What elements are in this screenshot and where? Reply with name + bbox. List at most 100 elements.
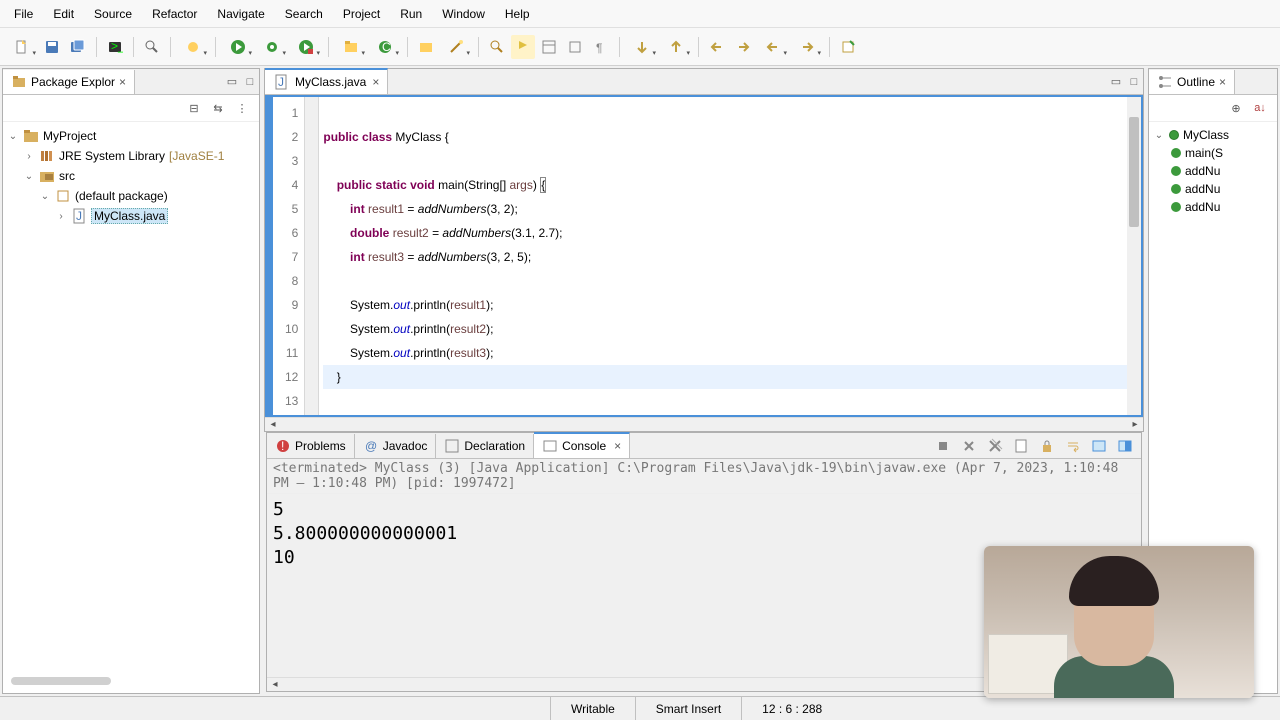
package-explorer-tab[interactable]: Package Explor × bbox=[3, 70, 135, 94]
project-tree[interactable]: ⌄ MyProject › JRE System Library [JavaSE… bbox=[3, 122, 259, 669]
terminate-button[interactable] bbox=[931, 434, 955, 458]
expand-icon[interactable]: ⌄ bbox=[7, 131, 19, 142]
view-menu-icon[interactable]: ⋮ bbox=[233, 99, 251, 117]
menu-navigate[interactable]: Navigate bbox=[207, 3, 274, 25]
status-cursor-position: 12 : 6 : 288 bbox=[741, 697, 842, 720]
toggle-breadcrumb-button[interactable] bbox=[537, 35, 561, 59]
maximize-icon[interactable]: □ bbox=[1125, 73, 1143, 91]
horizontal-scrollbar[interactable]: ◂▸ bbox=[265, 417, 1143, 431]
line-gutter[interactable]: 1234567891011121314 bbox=[273, 97, 305, 415]
expand-icon[interactable]: ⌄ bbox=[1153, 130, 1165, 141]
outline-tree[interactable]: ⌄ MyClass main(S addNu addNu addNu bbox=[1149, 122, 1277, 220]
project-label[interactable]: MyProject bbox=[43, 129, 96, 143]
jre-label[interactable]: JRE System Library bbox=[59, 149, 165, 163]
src-folder-icon bbox=[39, 168, 55, 184]
maximize-icon[interactable]: □ bbox=[241, 73, 259, 91]
display-console-button[interactable] bbox=[1113, 434, 1137, 458]
code-editor[interactable]: 1234567891011121314 public class MyClass… bbox=[265, 95, 1143, 417]
last-edit-button[interactable] bbox=[705, 35, 729, 59]
remove-launch-button[interactable] bbox=[957, 434, 981, 458]
console-tab[interactable]: Console × bbox=[534, 432, 630, 458]
next-annotation-button[interactable]: ▾ bbox=[626, 35, 658, 59]
menu-project[interactable]: Project bbox=[333, 3, 390, 25]
minimize-icon[interactable]: ▭ bbox=[1107, 73, 1125, 91]
new-button[interactable]: ▾ bbox=[6, 35, 38, 59]
save-button[interactable] bbox=[40, 35, 64, 59]
file-label[interactable]: MyClass.java bbox=[91, 208, 168, 224]
forward-edit-button[interactable] bbox=[731, 35, 755, 59]
java-file-icon: J bbox=[273, 74, 289, 90]
focus-icon[interactable]: ⊕ bbox=[1227, 99, 1245, 117]
menu-run[interactable]: Run bbox=[390, 3, 432, 25]
toggle-block-button[interactable] bbox=[563, 35, 587, 59]
back-button[interactable]: ▾ bbox=[757, 35, 789, 59]
expand-icon[interactable]: ⌄ bbox=[39, 191, 51, 202]
outline-member[interactable]: addNu bbox=[1185, 164, 1220, 178]
close-icon[interactable]: × bbox=[1219, 75, 1226, 89]
problems-tab[interactable]: ! Problems bbox=[267, 434, 355, 458]
menu-search[interactable]: Search bbox=[275, 3, 333, 25]
scroll-lock-button[interactable] bbox=[1035, 434, 1059, 458]
menu-source[interactable]: Source bbox=[84, 3, 142, 25]
wand-button[interactable]: ▾ bbox=[440, 35, 472, 59]
menu-file[interactable]: File bbox=[4, 3, 43, 25]
mark-button[interactable] bbox=[511, 35, 535, 59]
expand-icon[interactable]: › bbox=[55, 211, 67, 222]
expand-icon[interactable]: ⌄ bbox=[23, 171, 35, 182]
menu-refactor[interactable]: Refactor bbox=[142, 3, 207, 25]
src-label[interactable]: src bbox=[59, 169, 75, 183]
menu-window[interactable]: Window bbox=[432, 3, 495, 25]
prev-annotation-button[interactable]: ▾ bbox=[660, 35, 692, 59]
link-editor-icon[interactable]: ⇆ bbox=[209, 99, 227, 117]
collapse-all-icon[interactable]: ⊟ bbox=[185, 99, 203, 117]
clear-console-button[interactable] bbox=[1009, 434, 1033, 458]
terminal-button[interactable]: >_ bbox=[103, 35, 127, 59]
pin-console-button[interactable] bbox=[1087, 434, 1111, 458]
java-file-icon: J bbox=[71, 208, 87, 224]
close-icon[interactable]: × bbox=[119, 75, 126, 89]
declaration-tab[interactable]: Declaration bbox=[436, 434, 534, 458]
run-button[interactable]: ▾ bbox=[222, 35, 254, 59]
new-class-button[interactable]: C▾ bbox=[369, 35, 401, 59]
console-icon bbox=[542, 438, 558, 454]
search-button[interactable] bbox=[485, 35, 509, 59]
open-type-button[interactable] bbox=[414, 35, 438, 59]
javadoc-label: Javadoc bbox=[383, 439, 428, 453]
javadoc-icon: @ bbox=[363, 438, 379, 454]
webcam-overlay bbox=[984, 546, 1254, 698]
outline-member[interactable]: addNu bbox=[1185, 182, 1220, 196]
close-icon[interactable]: × bbox=[614, 439, 621, 453]
close-icon[interactable]: × bbox=[372, 75, 379, 89]
svg-text:>_: >_ bbox=[111, 39, 123, 53]
vertical-scrollbar[interactable] bbox=[1127, 97, 1141, 415]
console-header: <terminated> MyClass (3) [Java Applicati… bbox=[267, 459, 1141, 494]
word-wrap-button[interactable] bbox=[1061, 434, 1085, 458]
package-explorer-panel: Package Explor × ▭ □ ⊟ ⇆ ⋮ ⌄ MyProject ›… bbox=[2, 68, 260, 694]
menu-help[interactable]: Help bbox=[495, 3, 540, 25]
outline-member[interactable]: main(S bbox=[1185, 146, 1223, 160]
save-all-button[interactable] bbox=[66, 35, 90, 59]
pilcrow-button[interactable]: ¶ bbox=[589, 35, 613, 59]
zoom-button[interactable] bbox=[140, 35, 164, 59]
code-area[interactable]: public class MyClass { public static voi… bbox=[319, 97, 1127, 415]
expand-icon[interactable]: › bbox=[23, 151, 35, 162]
pin-editor-button[interactable] bbox=[836, 35, 860, 59]
outline-tab[interactable]: Outline × bbox=[1149, 70, 1235, 94]
coverage-button[interactable]: ▾ bbox=[290, 35, 322, 59]
horizontal-scrollbar[interactable] bbox=[11, 677, 111, 685]
menu-edit[interactable]: Edit bbox=[43, 3, 84, 25]
outline-member[interactable]: addNu bbox=[1185, 200, 1220, 214]
status-insert-mode: Smart Insert bbox=[635, 697, 741, 720]
forward-button[interactable]: ▾ bbox=[791, 35, 823, 59]
outline-class-label[interactable]: MyClass bbox=[1183, 128, 1229, 142]
new-project-button[interactable]: ▾ bbox=[335, 35, 367, 59]
sort-icon[interactable]: a↓ bbox=[1251, 99, 1269, 117]
remove-all-button[interactable] bbox=[983, 434, 1007, 458]
debug-button[interactable]: ▾ bbox=[256, 35, 288, 59]
method-icon bbox=[1171, 166, 1181, 176]
javadoc-tab[interactable]: @ Javadoc bbox=[355, 434, 437, 458]
editor-tab[interactable]: J MyClass.java × bbox=[265, 68, 388, 94]
minimize-icon[interactable]: ▭ bbox=[223, 73, 241, 91]
build-button[interactable]: ▾ bbox=[177, 35, 209, 59]
default-package-label[interactable]: (default package) bbox=[75, 189, 168, 203]
